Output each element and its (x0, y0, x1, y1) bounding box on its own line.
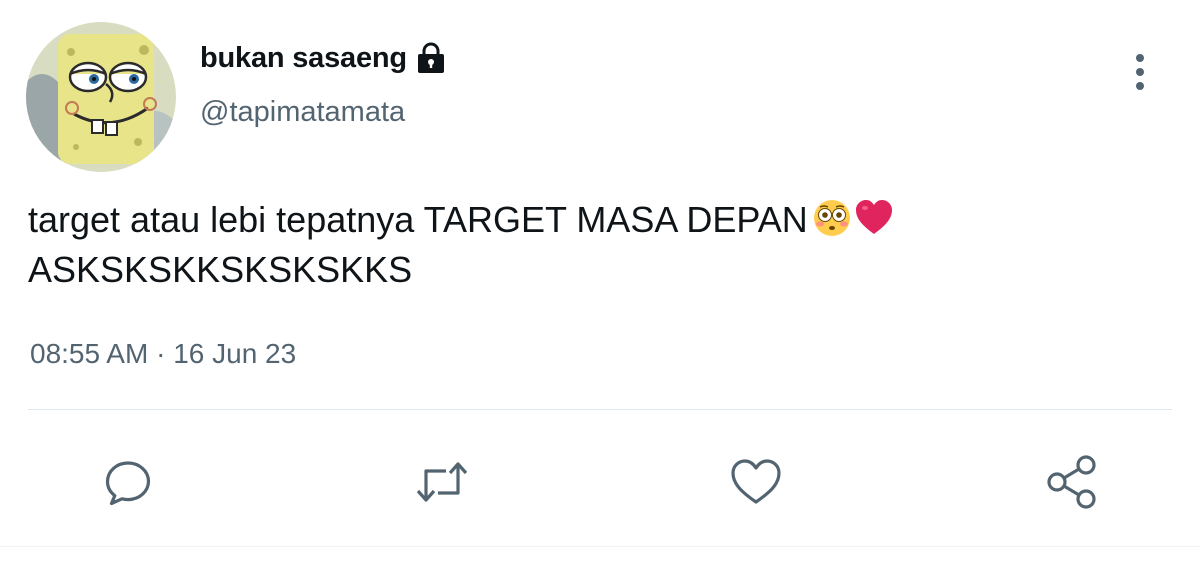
red-heart-emoji (854, 198, 894, 238)
retweet-button[interactable] (412, 452, 472, 512)
meta-separator: · (156, 338, 166, 369)
tweet-text-line1: target atau lebi tepatnya TARGET MASA DE… (28, 199, 808, 240)
display-name-row: bukan sasaeng (200, 40, 447, 76)
tweet-time: 08:55 AM (30, 338, 149, 369)
retweet-icon (416, 462, 468, 502)
reply-icon (105, 461, 151, 506)
bottom-divider (0, 546, 1200, 547)
lock-icon (415, 41, 447, 75)
tweet-date: 16 Jun 23 (173, 338, 297, 369)
reply-button[interactable] (98, 452, 158, 512)
share-button[interactable] (1042, 452, 1102, 512)
like-button[interactable] (726, 452, 786, 512)
more-options-button[interactable] (1112, 44, 1168, 100)
flushed-face-emoji (812, 198, 852, 238)
heart-icon (731, 459, 781, 504)
tweet-text: target atau lebi tepatnya TARGET MASA DE… (28, 195, 1168, 295)
tweet-card: bukan sasaeng @tapimatamata target atau … (0, 0, 1200, 566)
spongebob-avatar[interactable] (26, 22, 176, 172)
tweet-text-line2: ASKSKSKKSKSKSKKS (28, 249, 413, 290)
user-handle[interactable]: @tapimatamata (200, 96, 405, 129)
display-name[interactable]: bukan sasaeng (200, 42, 407, 75)
vertical-dots-icon (1136, 54, 1144, 90)
tweet-timestamp[interactable]: 08:55 AM · 16 Jun 23 (30, 338, 296, 370)
share-icon (1047, 455, 1096, 509)
divider (28, 409, 1172, 410)
